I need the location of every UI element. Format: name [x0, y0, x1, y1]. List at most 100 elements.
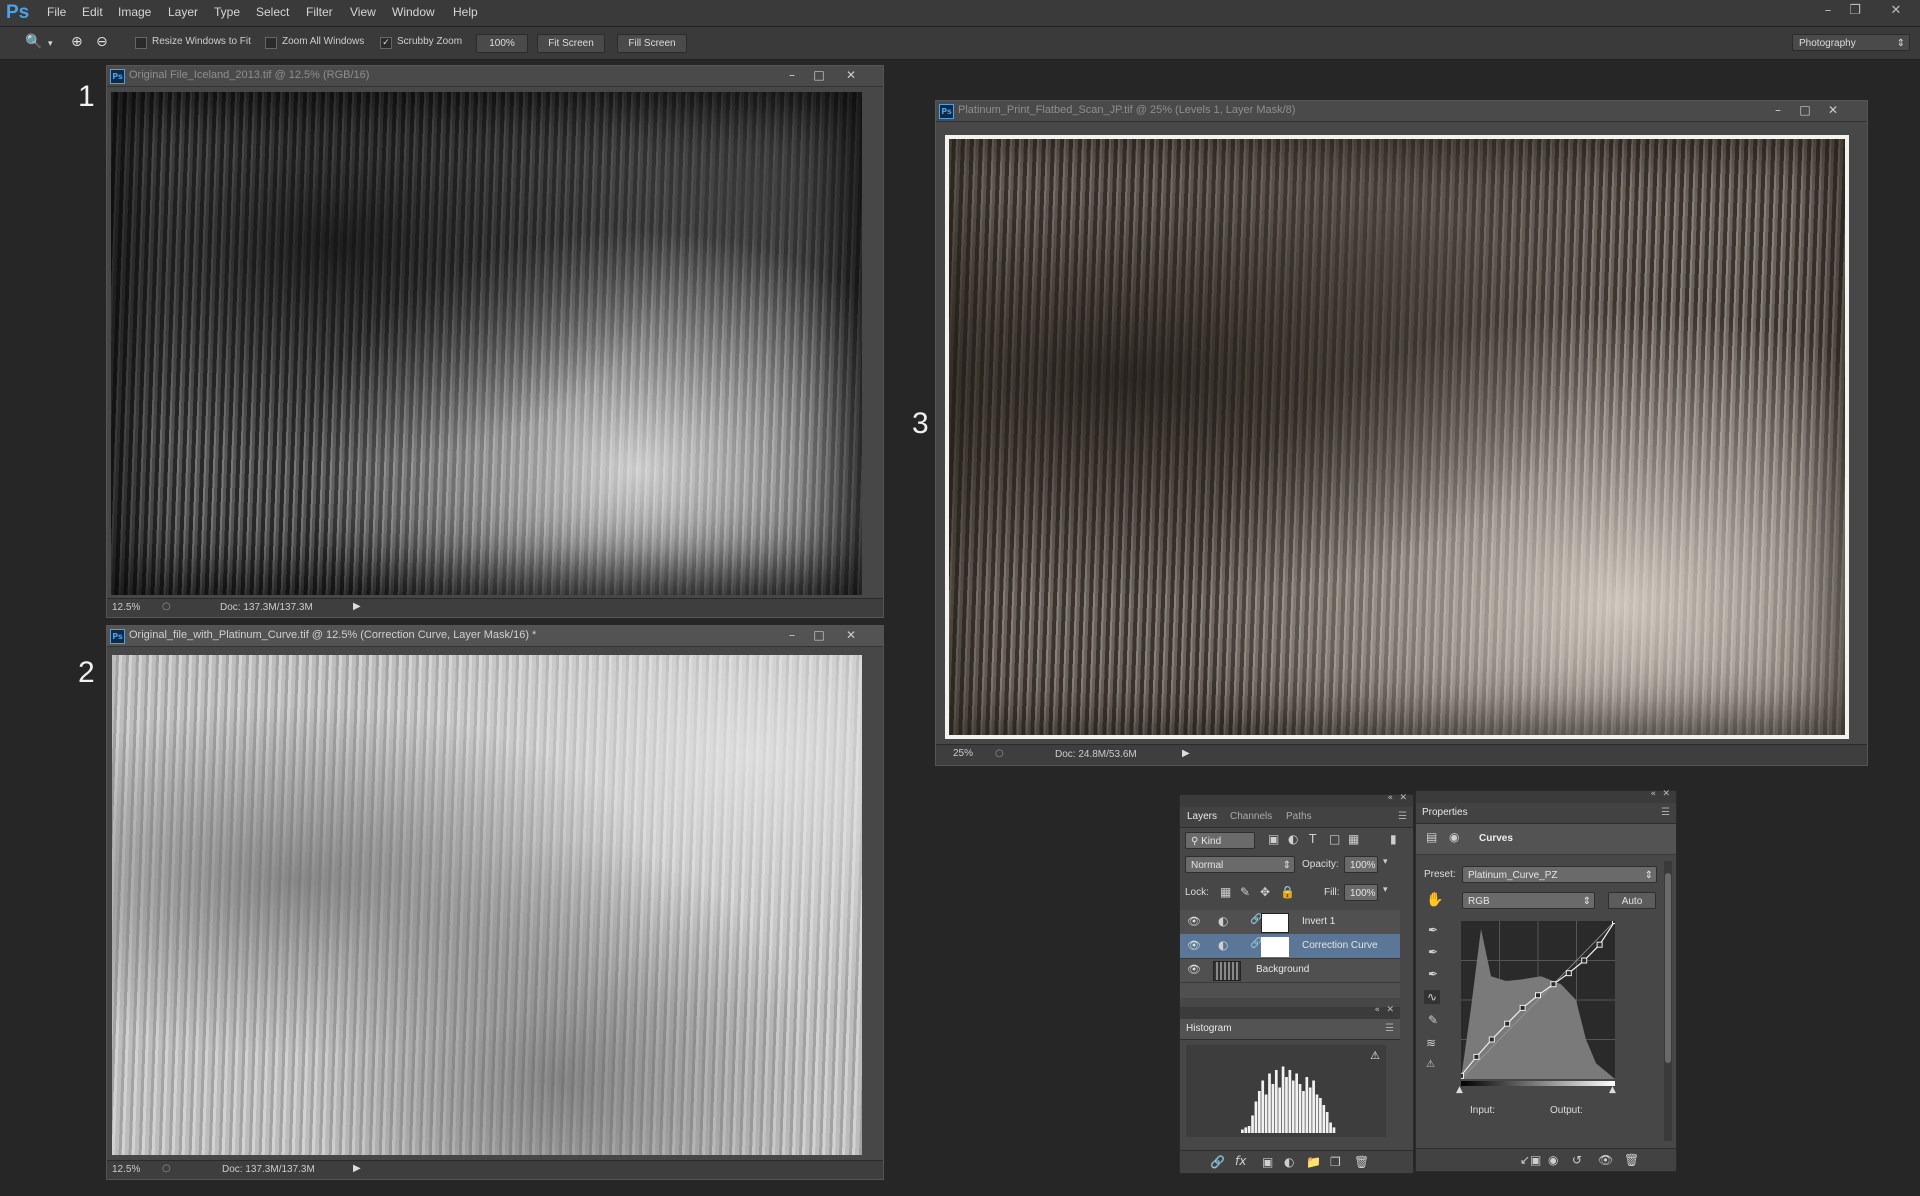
- doc2-titlebar[interactable]: Ps Original_file_with_Platinum_Curve.tif…: [107, 626, 883, 647]
- view-previous-icon[interactable]: ◉: [1548, 1153, 1558, 1167]
- tool-preset-dropdown-icon[interactable]: ▾: [48, 39, 53, 49]
- doc1-image[interactable]: [111, 92, 862, 595]
- filter-type-icon[interactable]: T: [1309, 832, 1316, 846]
- collapse-icon[interactable]: «: [1374, 1005, 1380, 1015]
- lock-position-icon[interactable]: ✥: [1260, 885, 1270, 899]
- document-window-3[interactable]: Ps Platinum_Print_Flatbed_Scan_JP.tif @ …: [935, 100, 1868, 766]
- menu-window[interactable]: Window: [392, 5, 435, 19]
- delete-adjustment-icon[interactable]: 🗑: [1624, 1153, 1639, 1167]
- curve-point[interactable]: [1458, 1072, 1464, 1079]
- link-layers-icon[interactable]: 🔗: [1210, 1155, 1225, 1169]
- lock-image-icon[interactable]: ✎: [1240, 885, 1250, 899]
- tab-properties[interactable]: Properties: [1422, 807, 1468, 818]
- menu-filter[interactable]: Filter: [306, 5, 333, 19]
- curves-graph[interactable]: [1458, 918, 1618, 1080]
- fill-screen-button[interactable]: Fill Screen: [617, 34, 687, 53]
- resize-windows-checkbox[interactable]: [135, 37, 147, 49]
- doc2-maximize-icon[interactable]: □: [807, 627, 831, 644]
- menu-file[interactable]: File: [47, 5, 66, 19]
- tab-layers[interactable]: Layers: [1187, 811, 1217, 822]
- opacity-input[interactable]: 100%: [1344, 856, 1378, 873]
- layer-row-correction-curve[interactable]: 👁 ◐ 🔗 Correction Curve: [1180, 934, 1400, 959]
- menu-select[interactable]: Select: [256, 5, 289, 19]
- doc2-minimize-icon[interactable]: –: [780, 627, 804, 644]
- app-restore-icon[interactable]: ❐: [1844, 2, 1866, 20]
- clip-to-layer-icon[interactable]: ↙▣: [1520, 1153, 1541, 1167]
- new-group-icon[interactable]: 📁: [1306, 1155, 1321, 1169]
- lock-transparent-icon[interactable]: ▦: [1220, 885, 1231, 899]
- properties-scrollbar[interactable]: [1664, 861, 1672, 1141]
- properties-menu-icon[interactable]: ☰: [1661, 807, 1670, 818]
- curve-point[interactable]: [1473, 1053, 1480, 1060]
- workspace-switcher[interactable]: Photography ⇕: [1792, 34, 1910, 51]
- curve-point[interactable]: [1565, 970, 1572, 977]
- menu-layer[interactable]: Layer: [168, 5, 198, 19]
- menu-edit[interactable]: Edit: [82, 5, 103, 19]
- histogram-menu-icon[interactable]: ☰: [1385, 1023, 1394, 1034]
- curve-point[interactable]: [1535, 992, 1541, 999]
- fx-icon[interactable]: fx: [1235, 1154, 1246, 1168]
- panel-close-icon[interactable]: ✕: [1662, 789, 1670, 799]
- menu-image[interactable]: Image: [118, 5, 151, 19]
- layers-panel-menu-icon[interactable]: ☰: [1398, 811, 1407, 822]
- channel-select[interactable]: RGB ⇕: [1462, 892, 1595, 909]
- menu-type[interactable]: Type: [214, 5, 240, 19]
- filter-kind-select[interactable]: ⚲ Kind: [1185, 832, 1255, 849]
- layer-name[interactable]: Background: [1256, 964, 1309, 975]
- lock-all-icon[interactable]: 🔒: [1280, 885, 1295, 899]
- doc3-maximize-icon[interactable]: □: [1793, 102, 1817, 119]
- doc1-close-icon[interactable]: ✕: [839, 67, 863, 84]
- opacity-dropdown-icon[interactable]: ▾: [1383, 857, 1388, 867]
- mask-icon[interactable]: ◉: [1449, 830, 1459, 844]
- curve-point[interactable]: [1504, 1020, 1511, 1027]
- collapse-icon[interactable]: «: [1387, 793, 1393, 803]
- targeted-adjustment-hand-icon[interactable]: ✋: [1426, 892, 1443, 908]
- visibility-eye-icon[interactable]: 👁: [1187, 963, 1201, 976]
- doc2-image[interactable]: [112, 655, 862, 1155]
- sample-white-eyedropper-icon[interactable]: ✒: [1428, 967, 1438, 981]
- zoom-100-button[interactable]: 100%: [476, 34, 528, 53]
- reset-icon[interactable]: ↺: [1572, 1153, 1582, 1167]
- doc3-zoom[interactable]: 25%: [953, 748, 973, 759]
- doc1-zoom[interactable]: 12.5%: [112, 602, 140, 613]
- doc3-image[interactable]: [949, 139, 1845, 735]
- doc3-close-icon[interactable]: ✕: [1821, 102, 1845, 119]
- document-window-1[interactable]: Ps Original File_Iceland_2013.tif @ 12.5…: [106, 65, 884, 618]
- pencil-draw-icon[interactable]: ✎: [1428, 1013, 1438, 1027]
- filter-smart-object-icon[interactable]: ▦: [1348, 832, 1359, 846]
- auto-button[interactable]: Auto: [1608, 892, 1656, 909]
- doc1-titlebar[interactable]: Ps Original File_Iceland_2013.tif @ 12.5…: [107, 66, 883, 87]
- sample-black-eyedropper-icon[interactable]: ✒: [1428, 923, 1438, 937]
- tab-channels[interactable]: Channels: [1230, 811, 1272, 822]
- app-minimize-icon[interactable]: –: [1817, 2, 1839, 20]
- delete-layer-icon[interactable]: 🗑: [1354, 1155, 1369, 1169]
- layer-row-background[interactable]: 👁 Background: [1180, 958, 1400, 983]
- background-thumbnail[interactable]: [1213, 961, 1241, 981]
- tab-histogram[interactable]: Histogram: [1186, 1023, 1232, 1034]
- filter-toggle-icon[interactable]: ▮: [1390, 832, 1397, 846]
- doc3-status-menu-icon[interactable]: ▶: [1182, 748, 1190, 759]
- fill-input[interactable]: 100%: [1344, 884, 1378, 901]
- curve-point[interactable]: [1596, 941, 1603, 948]
- panel-close-icon[interactable]: ✕: [1386, 1005, 1394, 1015]
- filter-adjustment-icon[interactable]: ◐: [1288, 832, 1298, 846]
- curves-svg[interactable]: [1458, 918, 1618, 1080]
- doc3-titlebar[interactable]: Ps Platinum_Print_Flatbed_Scan_JP.tif @ …: [936, 101, 1867, 122]
- document-window-2[interactable]: Ps Original_file_with_Platinum_Curve.tif…: [106, 625, 884, 1180]
- layer-name[interactable]: Invert 1: [1302, 916, 1335, 927]
- warning-icon[interactable]: ⚠: [1370, 1049, 1380, 1062]
- panel-close-icon[interactable]: ✕: [1399, 793, 1407, 803]
- visibility-eye-icon[interactable]: 👁: [1187, 915, 1201, 928]
- black-slider-icon[interactable]: ▲: [1456, 1085, 1463, 1095]
- filter-pixel-icon[interactable]: ▣: [1268, 832, 1279, 846]
- smooth-curve-icon[interactable]: ≋: [1426, 1036, 1436, 1050]
- preset-select[interactable]: Platinum_Curve_PZ ⇕: [1462, 866, 1657, 883]
- zoom-all-checkbox[interactable]: [265, 37, 277, 49]
- menu-help[interactable]: Help: [453, 5, 478, 19]
- app-close-icon[interactable]: ✕: [1885, 2, 1907, 20]
- doc2-close-icon[interactable]: ✕: [839, 627, 863, 644]
- curve-point[interactable]: [1612, 918, 1618, 924]
- curve-point[interactable]: [1581, 957, 1588, 964]
- doc1-minimize-icon[interactable]: –: [780, 67, 804, 84]
- white-slider-icon[interactable]: ▲: [1609, 1085, 1616, 1095]
